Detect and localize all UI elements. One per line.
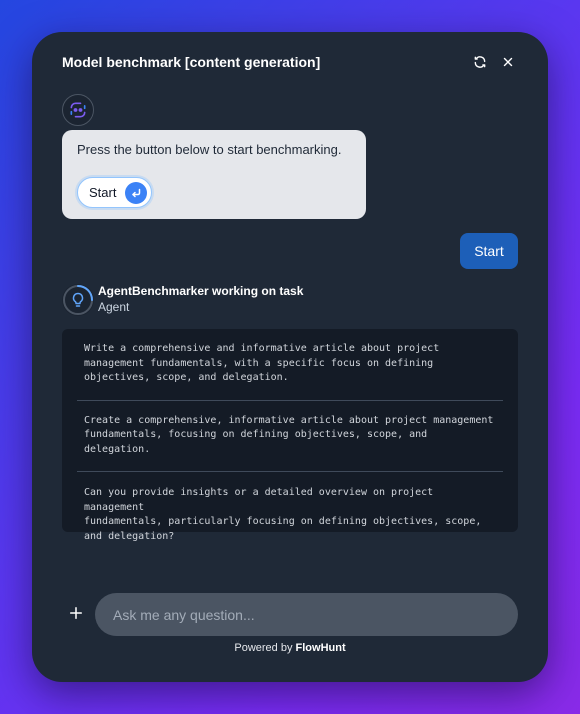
bot-message: Press the button below to start benchmar… — [62, 130, 366, 219]
header-actions — [472, 54, 516, 70]
result-item: Create a comprehensive, informative arti… — [84, 414, 494, 455]
plus-icon — [69, 606, 83, 620]
start-button-label: Start — [89, 185, 117, 200]
bot-message-text: Press the button below to start benchmar… — [77, 142, 342, 157]
result-item: Write a comprehensive and informative ar… — [84, 343, 440, 383]
agent-role: Agent — [98, 300, 130, 314]
agent-avatar — [62, 284, 94, 316]
close-button[interactable] — [500, 54, 516, 70]
powered-by-footer: Powered by FlowHunt — [32, 642, 548, 654]
chat-panel: Model benchmark [content generation] Pre… — [32, 32, 548, 682]
powered-by-text: Powered by — [234, 642, 293, 654]
bot-face-icon — [70, 102, 86, 118]
refresh-icon — [474, 56, 486, 68]
page-title: Model benchmark [content generation] — [62, 54, 321, 70]
lightbulb-icon — [72, 292, 84, 307]
enter-arrow-icon — [125, 181, 148, 204]
add-attachment-button[interactable] — [68, 605, 84, 621]
chat-input-wrapper — [95, 593, 518, 636]
agent-results: Write a comprehensive and informative ar… — [62, 329, 518, 542]
refresh-button[interactable] — [472, 54, 488, 70]
result-item: Can you provide insights or a detailed o… — [84, 487, 482, 542]
bot-avatar — [62, 94, 94, 126]
user-message: Start — [460, 233, 518, 269]
chat-input[interactable] — [95, 593, 518, 636]
brand-link[interactable]: FlowHunt — [296, 642, 346, 654]
close-icon — [503, 57, 513, 67]
agent-progress-ring — [63, 285, 93, 315]
start-button[interactable]: Start — [77, 177, 153, 208]
agent-name: AgentBenchmarker working on task — [98, 284, 304, 298]
